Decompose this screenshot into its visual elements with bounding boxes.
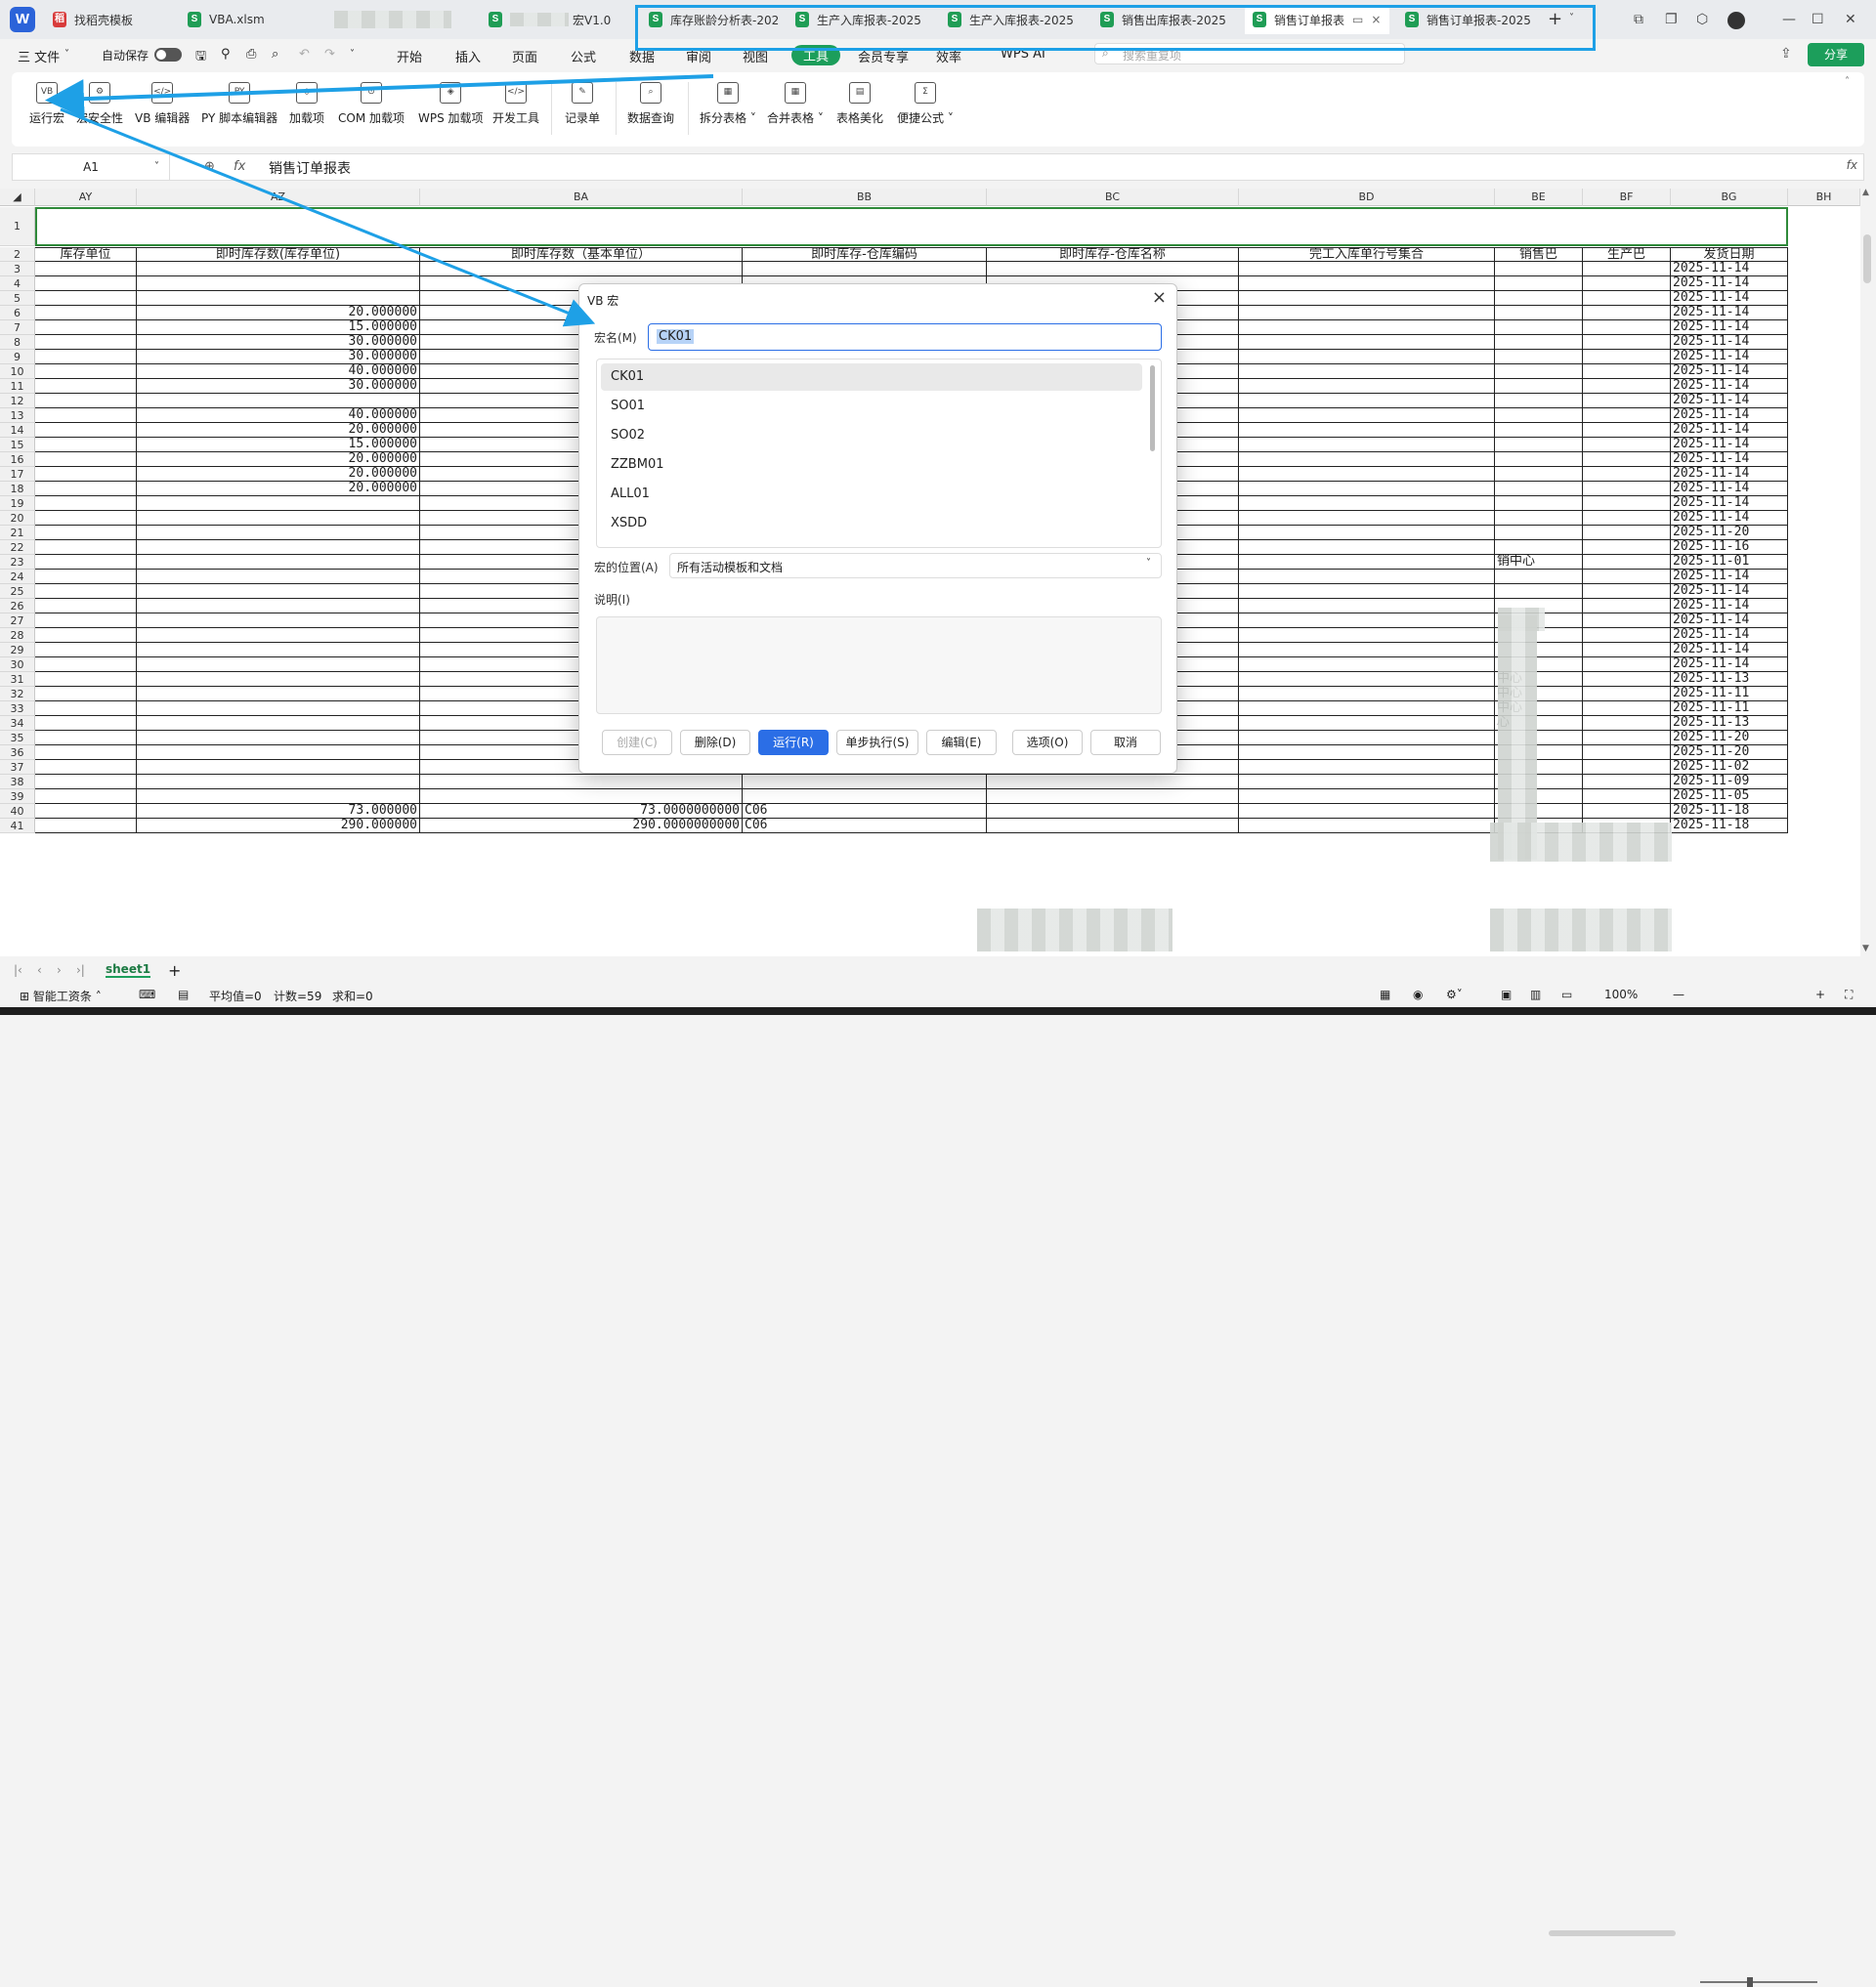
smart-tool[interactable]: ⊞ 智能工资条 ˄ xyxy=(20,988,102,1004)
eye-icon[interactable]: ◉ xyxy=(1413,988,1423,1001)
next-sheet-icon[interactable]: › xyxy=(57,963,62,977)
fullscreen-icon[interactable]: ⛶ xyxy=(1845,988,1853,1002)
prev-sheet-icon[interactable]: ‹ xyxy=(37,963,42,977)
page-layout-icon[interactable]: ▥ xyxy=(1530,988,1541,1001)
normal-view-icon[interactable]: ▣ xyxy=(1501,988,1512,1001)
zoom-in-icon[interactable]: + xyxy=(1815,988,1825,1001)
keyboard-icon[interactable]: ⌨ xyxy=(139,988,155,1001)
page-break-icon[interactable]: ▭ xyxy=(1561,988,1572,1001)
annotation-arrows xyxy=(45,74,714,327)
count-value: 计数=59 xyxy=(274,990,322,1003)
zoom-level[interactable]: 100% xyxy=(1604,988,1638,1001)
first-sheet-icon[interactable]: |‹ xyxy=(14,963,22,977)
status-bar: ⊞ 智能工资条 ˄ ⌨ ▤ 平均值=0 计数=59 求和=0 ▦ ◉ ⚙˅ ▣ … xyxy=(0,986,1876,1987)
settings-icon[interactable]: ⚙˅ xyxy=(1446,988,1463,1001)
sum-value: 求和=0 xyxy=(332,990,373,1003)
zoom-slider[interactable] xyxy=(1700,1977,1817,1987)
table-view-icon[interactable]: ▦ xyxy=(1380,988,1390,1001)
sheet-tab-bar: |‹ ‹ › ›| sheet1 + xyxy=(0,960,1876,1936)
add-sheet-icon[interactable]: + xyxy=(168,961,181,980)
assistant-label: 智能工资条 xyxy=(32,990,92,1003)
average-value: 平均值=0 xyxy=(209,990,262,1003)
taskbar-edge xyxy=(0,1007,1876,1015)
doc-icon[interactable]: ▤ xyxy=(178,988,189,1001)
last-sheet-icon[interactable]: ›| xyxy=(76,963,85,977)
horizontal-scrollbar[interactable] xyxy=(1549,1930,1676,1936)
payroll-icon: ⊞ xyxy=(20,990,33,1003)
sheet-tab-sheet1[interactable]: sheet1 xyxy=(106,962,151,978)
zoom-out-icon[interactable]: — xyxy=(1673,988,1684,1001)
